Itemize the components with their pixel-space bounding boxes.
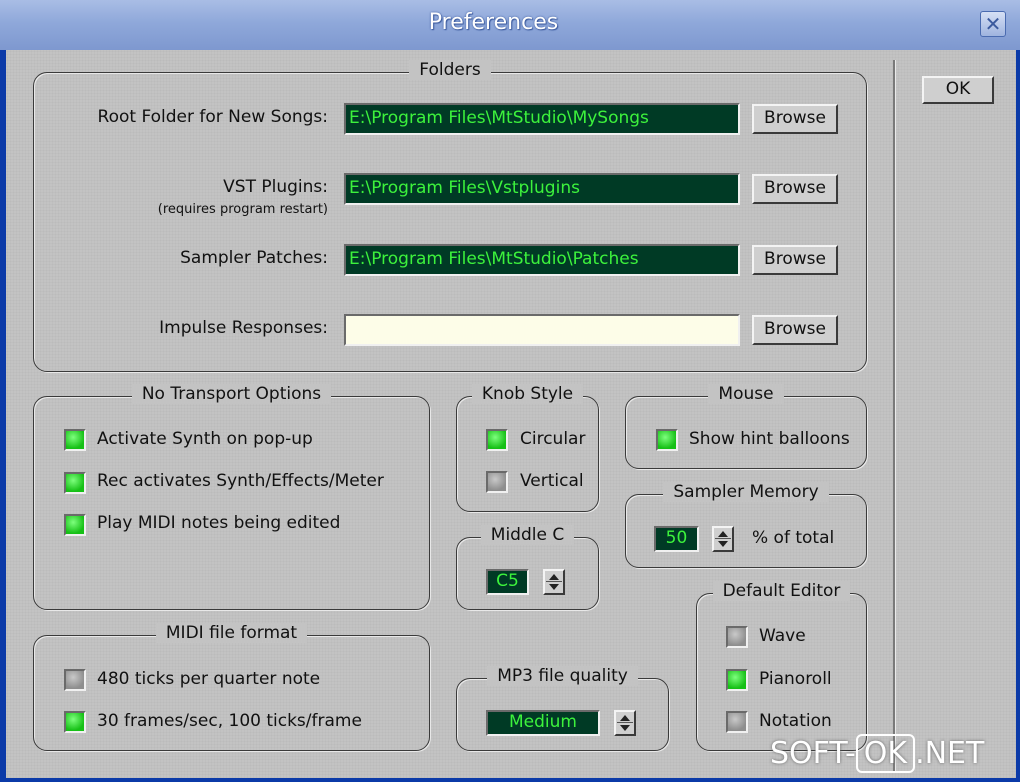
play-midi-notes-label: Play MIDI notes being edited	[97, 513, 341, 533]
mp3-quality-value[interactable]: Medium	[486, 710, 600, 736]
ok-button[interactable]: OK	[922, 76, 994, 104]
sampler-patches-label: Sampler Patches:	[180, 248, 328, 268]
watermark: SOFT- OK .NET	[770, 734, 984, 773]
impulse-responses-label: Impulse Responses:	[159, 318, 328, 338]
default-editor-title: Default Editor	[712, 581, 851, 601]
vst-plugins-browse-button[interactable]: Browse	[752, 174, 838, 204]
knob-circular-radio[interactable]	[486, 429, 508, 451]
rec-activates-checkbox[interactable]	[64, 472, 86, 494]
vst-plugins-note: (requires program restart)	[157, 202, 328, 217]
preferences-window: Preferences ✕ OK Folders Root Folder for…	[0, 0, 1020, 782]
activate-synth-checkbox[interactable]	[64, 429, 86, 451]
mp3-quality-title: MP3 file quality	[487, 666, 638, 686]
middle-c-title: Middle C	[480, 525, 575, 545]
folders-title: Folders	[409, 60, 491, 80]
editor-wave-radio[interactable]	[726, 626, 748, 648]
impulse-responses-browse-button[interactable]: Browse	[752, 315, 838, 345]
root-folder-label: Root Folder for New Songs:	[97, 107, 328, 127]
30-frames-radio[interactable]	[64, 711, 86, 733]
sampler-memory-value[interactable]: 50	[654, 526, 699, 552]
editor-pianoroll-radio[interactable]	[726, 669, 748, 691]
sampler-patches-field[interactable]: E:\Program Files\MtStudio\Patches	[344, 244, 740, 276]
middle-c-value[interactable]: C5	[486, 569, 529, 595]
midi-format-group: MIDI file format	[33, 623, 430, 751]
editor-pianoroll-label: Pianoroll	[759, 669, 832, 689]
sampler-memory-stepper[interactable]	[712, 526, 734, 552]
mp3-quality-stepper[interactable]	[614, 710, 636, 736]
480-ticks-label: 480 ticks per quarter note	[97, 669, 321, 689]
editor-notation-label: Notation	[759, 711, 832, 731]
separator	[893, 60, 896, 772]
vst-plugins-label: VST Plugins:	[223, 177, 328, 197]
no-transport-title: No Transport Options	[131, 384, 332, 404]
impulse-responses-field[interactable]	[344, 314, 740, 346]
play-midi-notes-checkbox[interactable]	[64, 514, 86, 536]
rec-activates-label: Rec activates Synth/Effects/Meter	[97, 471, 384, 491]
activate-synth-label: Activate Synth on pop-up	[97, 429, 313, 449]
close-icon[interactable]: ✕	[980, 11, 1006, 37]
editor-wave-label: Wave	[759, 626, 806, 646]
root-folder-browse-button[interactable]: Browse	[752, 104, 838, 134]
editor-notation-radio[interactable]	[726, 711, 748, 733]
window-title: Preferences	[428, 10, 559, 35]
knob-style-title: Knob Style	[471, 384, 584, 404]
show-hint-balloons-checkbox[interactable]	[656, 429, 678, 451]
vst-plugins-field[interactable]: E:\Program Files\Vstplugins	[344, 173, 740, 205]
sampler-memory-title: Sampler Memory	[663, 482, 829, 502]
root-folder-field[interactable]: E:\Program Files\MtStudio\MySongs	[344, 103, 740, 135]
sampler-patches-browse-button[interactable]: Browse	[752, 245, 838, 275]
mouse-title: Mouse	[708, 384, 784, 404]
knob-vertical-label: Vertical	[520, 471, 584, 491]
30-frames-label: 30 frames/sec, 100 ticks/frame	[97, 711, 362, 731]
middle-c-stepper[interactable]	[543, 569, 565, 595]
watermark-left: SOFT-	[770, 736, 856, 771]
watermark-box: OK	[855, 734, 916, 773]
show-hint-balloons-label: Show hint balloons	[689, 429, 850, 449]
title-bar[interactable]: Preferences ✕	[0, 0, 1020, 50]
dialog-body: OK Folders Root Folder for New Songs: E:…	[6, 50, 1016, 778]
watermark-right: .NET	[915, 736, 985, 771]
knob-circular-label: Circular	[520, 429, 586, 449]
knob-style-group: Knob Style	[456, 384, 599, 512]
knob-vertical-radio[interactable]	[486, 471, 508, 493]
midi-format-title: MIDI file format	[155, 623, 308, 643]
sampler-memory-unit: % of total	[752, 528, 835, 548]
480-ticks-radio[interactable]	[64, 669, 86, 691]
